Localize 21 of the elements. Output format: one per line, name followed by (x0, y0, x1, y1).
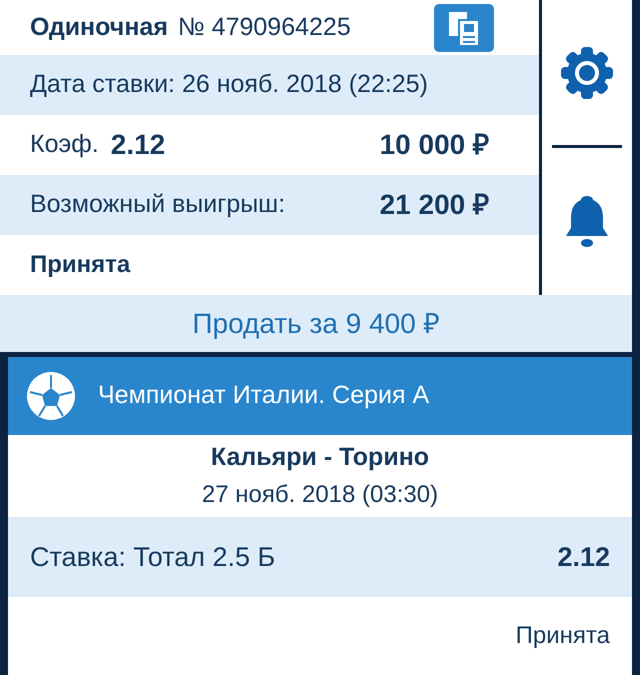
notification-bell-icon[interactable] (565, 194, 609, 250)
bet-date: Дата ставки: 26 нояб. 2018 (22:25) (30, 69, 428, 100)
sell-button[interactable]: Продать за 9 400 ₽ (0, 295, 632, 352)
bet-type: Одиночная (30, 12, 168, 43)
bet-number: № 4790964225 (178, 12, 351, 43)
receipt-button[interactable] (434, 4, 494, 52)
soccer-ball-icon (26, 371, 76, 421)
settings-icon[interactable] (559, 44, 615, 100)
win-label: Возможный выигрыш: (30, 189, 286, 220)
league-title: Чемпионат Италии. Серия А (98, 380, 430, 412)
win-amount: 21 200 ₽ (380, 188, 489, 222)
event-status: Принята (516, 621, 610, 651)
match-date: 27 нояб. 2018 (03:30) (202, 480, 438, 510)
bet-status: Принята (30, 250, 130, 280)
stake-description: Ставка: Тотал 2.5 Б (30, 540, 276, 574)
coef-value: 2.12 (110, 128, 166, 162)
match-title: Кальяри - Торино (210, 442, 430, 474)
stake-amount: 10 000 ₽ (380, 128, 489, 162)
stake-coef: 2.12 (557, 540, 610, 574)
coef-label: Коэф. (30, 129, 99, 160)
copy-document-icon (447, 10, 481, 46)
